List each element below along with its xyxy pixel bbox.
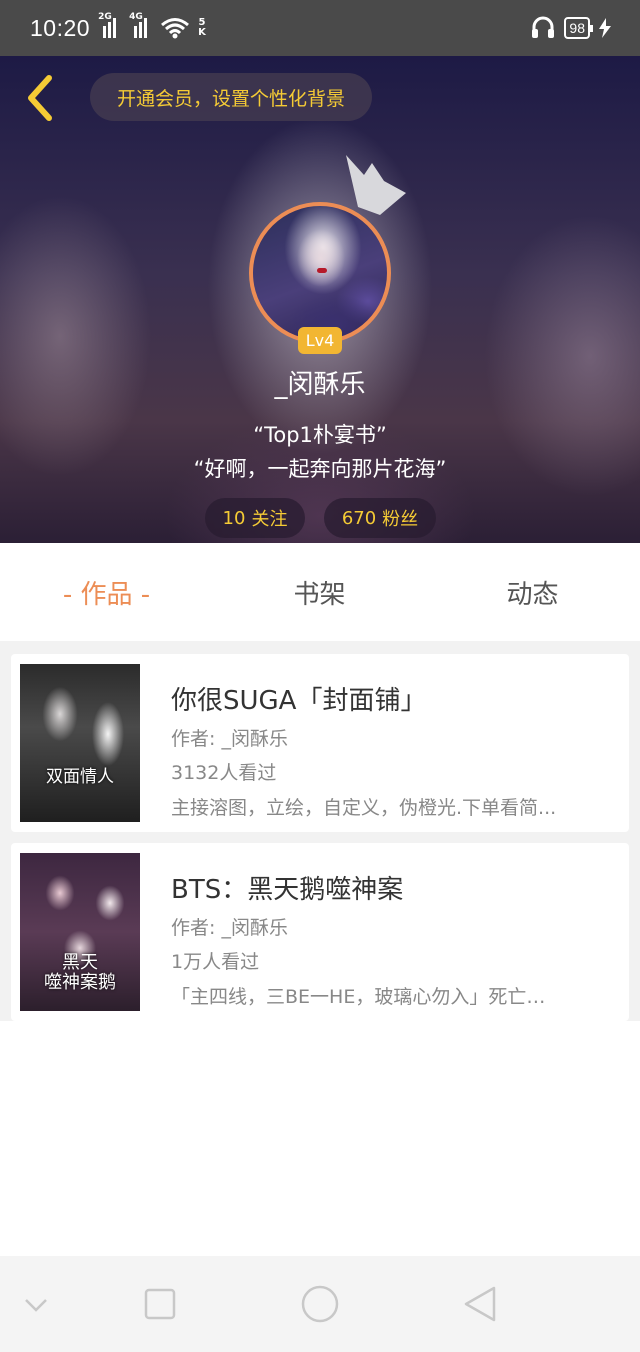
back-chevron-icon <box>28 75 52 121</box>
nav-down-icon[interactable] <box>16 1284 56 1324</box>
nav-square-icon[interactable] <box>140 1284 180 1324</box>
nav-triangle-icon[interactable] <box>460 1284 500 1324</box>
status-bar: 10:20 2G 4G 5 K 98 <box>0 0 640 56</box>
works-list: 双面情人 你很SUGA「封面铺」 作者: _闵酥乐 3132人看过 主接溶图，立… <box>0 641 640 1021</box>
tab-activity[interactable]: 动态 <box>426 543 639 641</box>
bio-line-2: “好啊，一起奔向那片花海” <box>193 457 447 481</box>
list-item[interactable]: 双面情人 你很SUGA「封面铺」 作者: _闵酥乐 3132人看过 主接溶图，立… <box>11 654 629 832</box>
following-label: 关注 <box>251 509 288 530</box>
nav-circle-icon[interactable] <box>300 1284 340 1324</box>
cover-title-line-1: 黑天 <box>62 952 98 973</box>
system-nav-bar <box>0 1256 640 1352</box>
avatar[interactable] <box>249 202 391 344</box>
cover-title: 双面情人 <box>46 767 114 787</box>
back-button[interactable] <box>18 74 62 122</box>
level-badge: Lv4 <box>298 327 342 354</box>
crown-icon <box>346 155 406 215</box>
signal-2-icon: 4G <box>129 12 152 38</box>
book-description: 「主四线，三BE一HE，玻璃心勿入」死亡… <box>171 986 546 1008</box>
signal-2-gen: 4G <box>129 12 143 22</box>
book-title: 你很SUGA「封面铺」 <box>171 686 427 716</box>
book-views: 3132人看过 <box>171 762 277 784</box>
net-speed-unit: K <box>198 27 206 38</box>
fans-label: 粉丝 <box>382 509 419 530</box>
fans-count: 670 <box>341 507 377 529</box>
net-speed: 5 K <box>198 18 206 38</box>
bio-line-1: “Top1朴宴书” <box>253 423 387 447</box>
book-description: 主接溶图，立绘，自定义，伪橙光.下单看简... <box>171 797 557 819</box>
signal-1-gen: 2G <box>98 12 112 22</box>
signal-1-icon: 2G <box>98 12 121 38</box>
book-author: 作者: _闵酥乐 <box>171 917 288 939</box>
status-right: 98 <box>530 15 612 41</box>
username: _闵酥乐 <box>274 370 366 400</box>
profile-header: 开通会员，设置个性化背景 Lv4 _闵酥乐 “Top1朴宴书” “好啊，一起奔向… <box>0 56 640 543</box>
following-stat[interactable]: 10 关注 <box>205 498 305 538</box>
book-cover: 黑天 噬神案鹅 <box>20 853 140 1011</box>
status-left: 10:20 2G 4G 5 K <box>30 12 206 42</box>
tab-works[interactable]: - 作品 - <box>0 543 213 641</box>
tab-bookshelf[interactable]: 书架 <box>213 543 426 641</box>
clock: 10:20 <box>30 14 91 41</box>
book-title: BTS：黑天鹅噬神案 <box>171 875 404 905</box>
book-cover: 双面情人 <box>20 664 140 822</box>
tab-bar: - 作品 - 书架 动态 <box>0 543 640 641</box>
book-views: 1万人看过 <box>171 951 260 973</box>
cover-title-line-2: 噬神案鹅 <box>44 972 116 993</box>
vip-background-banner[interactable]: 开通会员，设置个性化背景 <box>90 73 372 121</box>
fans-stat[interactable]: 670 粉丝 <box>324 498 436 538</box>
charging-icon <box>599 18 611 38</box>
wifi-icon <box>161 18 190 39</box>
list-item[interactable]: 黑天 噬神案鹅 BTS：黑天鹅噬神案 作者: _闵酥乐 1万人看过 「主四线，三… <box>11 843 629 1021</box>
battery-indicator: 98 <box>564 17 593 39</box>
avatar-detail <box>317 268 327 273</box>
cover-title: 黑天 噬神案鹅 <box>20 953 140 993</box>
headset-icon <box>532 16 555 38</box>
following-count: 10 <box>222 507 246 529</box>
book-author: 作者: _闵酥乐 <box>171 728 288 750</box>
